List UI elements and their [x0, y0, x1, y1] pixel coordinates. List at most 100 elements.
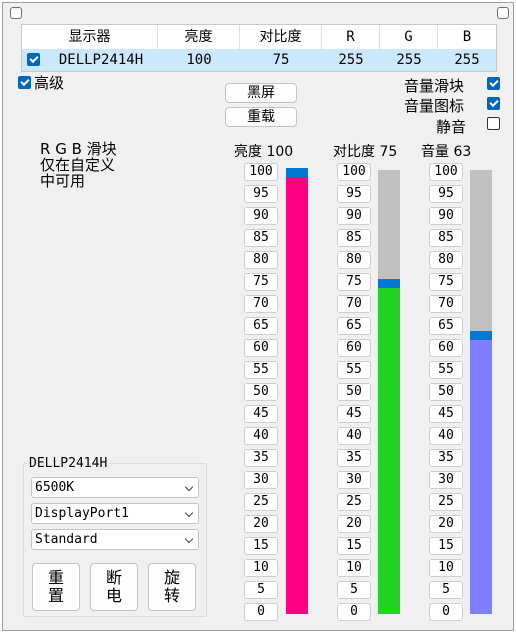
tick-label[interactable]: 55 — [244, 361, 278, 379]
tick-label[interactable]: 40 — [429, 427, 463, 445]
tick-label[interactable]: 85 — [429, 229, 463, 247]
tick-label[interactable]: 95 — [429, 185, 463, 203]
color-temp-select[interactable]: 6500K — [31, 477, 199, 498]
header-g[interactable]: G — [380, 25, 438, 49]
tick-label[interactable]: 10 — [429, 559, 463, 577]
tick-label[interactable]: 35 — [244, 449, 278, 467]
tick-label[interactable]: 30 — [337, 471, 371, 489]
tick-label[interactable]: 100 — [337, 163, 371, 181]
tick-label[interactable]: 55 — [337, 361, 371, 379]
tick-label[interactable]: 15 — [244, 537, 278, 555]
rotate-button[interactable]: 旋 转 — [148, 563, 196, 611]
row-brightness: 100 — [186, 52, 212, 68]
tick-label[interactable]: 90 — [244, 207, 278, 225]
tick-label[interactable]: 60 — [337, 339, 371, 357]
tick-label[interactable]: 75 — [429, 273, 463, 291]
tick-label[interactable]: 30 — [429, 471, 463, 489]
tick-label[interactable]: 0 — [244, 603, 278, 621]
table-header: 显示器 亮度 对比度 R G B — [22, 25, 496, 49]
header-monitor[interactable]: 显示器 — [22, 25, 158, 49]
tick-label[interactable]: 70 — [244, 295, 278, 313]
tick-label[interactable]: 85 — [244, 229, 278, 247]
tick-label[interactable]: 95 — [337, 185, 371, 203]
header-contrast[interactable]: 对比度 — [240, 25, 322, 49]
tick-label[interactable]: 80 — [244, 251, 278, 269]
power-off-button[interactable]: 断 电 — [90, 563, 138, 611]
tick-label[interactable]: 20 — [337, 515, 371, 533]
tick-label[interactable]: 60 — [244, 339, 278, 357]
top-right-checkbox[interactable] — [497, 7, 509, 19]
header-r[interactable]: R — [322, 25, 380, 49]
rgb-note: R G B 滑块 仅在自定义 中可用 — [40, 141, 117, 189]
header-b[interactable]: B — [438, 25, 496, 49]
tick-label[interactable]: 5 — [337, 581, 371, 599]
tick-label[interactable]: 20 — [429, 515, 463, 533]
tick-label[interactable]: 45 — [244, 405, 278, 423]
tick-label[interactable]: 75 — [337, 273, 371, 291]
row-monitor-name: DELLP2414H — [58, 52, 144, 68]
tick-label[interactable]: 80 — [429, 251, 463, 269]
app-window: 显示器 亮度 对比度 R G B DELLP2414H 100 75 255 2… — [2, 2, 514, 631]
tick-label[interactable]: 25 — [244, 493, 278, 511]
tick-label[interactable]: 65 — [429, 317, 463, 335]
row-checkbox[interactable] — [27, 53, 40, 66]
tick-label[interactable]: 25 — [337, 493, 371, 511]
tick-label[interactable]: 65 — [337, 317, 371, 335]
volume-thumb[interactable] — [470, 331, 492, 340]
brightness-fill — [286, 177, 308, 614]
tick-label[interactable]: 50 — [244, 383, 278, 401]
brightness-thumb[interactable] — [286, 168, 308, 177]
input-source-select[interactable]: DisplayPort1 — [31, 503, 199, 524]
tick-label[interactable]: 5 — [429, 581, 463, 599]
tick-label[interactable]: 30 — [244, 471, 278, 489]
tick-label[interactable]: 75 — [244, 273, 278, 291]
tick-label[interactable]: 35 — [337, 449, 371, 467]
header-brightness[interactable]: 亮度 — [158, 25, 240, 49]
tick-label[interactable]: 50 — [429, 383, 463, 401]
tick-label[interactable]: 40 — [337, 427, 371, 445]
tick-label[interactable]: 90 — [337, 207, 371, 225]
tick-label[interactable]: 40 — [244, 427, 278, 445]
tick-label[interactable]: 60 — [429, 339, 463, 357]
volume-slider[interactable] — [470, 170, 492, 614]
table-row[interactable]: DELLP2414H 100 75 255 255 255 — [22, 49, 496, 71]
contrast-slider[interactable] — [378, 170, 400, 614]
tick-label[interactable]: 20 — [244, 515, 278, 533]
tick-label[interactable]: 90 — [429, 207, 463, 225]
tick-label[interactable]: 100 — [429, 163, 463, 181]
tick-label[interactable]: 35 — [429, 449, 463, 467]
tick-label[interactable]: 45 — [429, 405, 463, 423]
tick-label[interactable]: 15 — [429, 537, 463, 555]
preset-mode-select[interactable]: Standard — [31, 529, 199, 550]
top-left-checkbox[interactable] — [10, 7, 22, 19]
tick-label[interactable]: 45 — [337, 405, 371, 423]
tick-label[interactable]: 10 — [244, 559, 278, 577]
brightness-slider-label: 亮度 100 — [234, 144, 294, 160]
tick-label[interactable]: 25 — [429, 493, 463, 511]
tick-label[interactable]: 85 — [337, 229, 371, 247]
tick-label[interactable]: 70 — [337, 295, 371, 313]
reset-button[interactable]: 重 置 — [32, 563, 80, 611]
tick-label[interactable]: 0 — [429, 603, 463, 621]
tick-label[interactable]: 65 — [244, 317, 278, 335]
brightness-slider[interactable] — [286, 168, 308, 614]
tick-label[interactable]: 10 — [337, 559, 371, 577]
tick-label[interactable]: 5 — [244, 581, 278, 599]
tick-label[interactable]: 0 — [337, 603, 371, 621]
advanced-checkbox[interactable] — [18, 76, 31, 89]
tick-label[interactable]: 50 — [337, 383, 371, 401]
volume-slider-checkbox[interactable] — [487, 77, 500, 90]
tick-label[interactable]: 70 — [429, 295, 463, 313]
reload-button[interactable]: 重载 — [225, 107, 297, 127]
tick-label[interactable]: 15 — [337, 537, 371, 555]
tick-label[interactable]: 80 — [337, 251, 371, 269]
tick-label[interactable]: 95 — [244, 185, 278, 203]
color-temp-value: 6500K — [35, 480, 75, 495]
volume-icon-checkbox[interactable] — [487, 97, 500, 110]
mute-checkbox[interactable] — [487, 117, 500, 130]
tick-label[interactable]: 55 — [429, 361, 463, 379]
black-screen-button[interactable]: 黑屏 — [225, 83, 297, 103]
tick-label[interactable]: 100 — [244, 163, 278, 181]
contrast-thumb[interactable] — [378, 279, 400, 288]
power-label-1: 断 — [105, 568, 122, 587]
